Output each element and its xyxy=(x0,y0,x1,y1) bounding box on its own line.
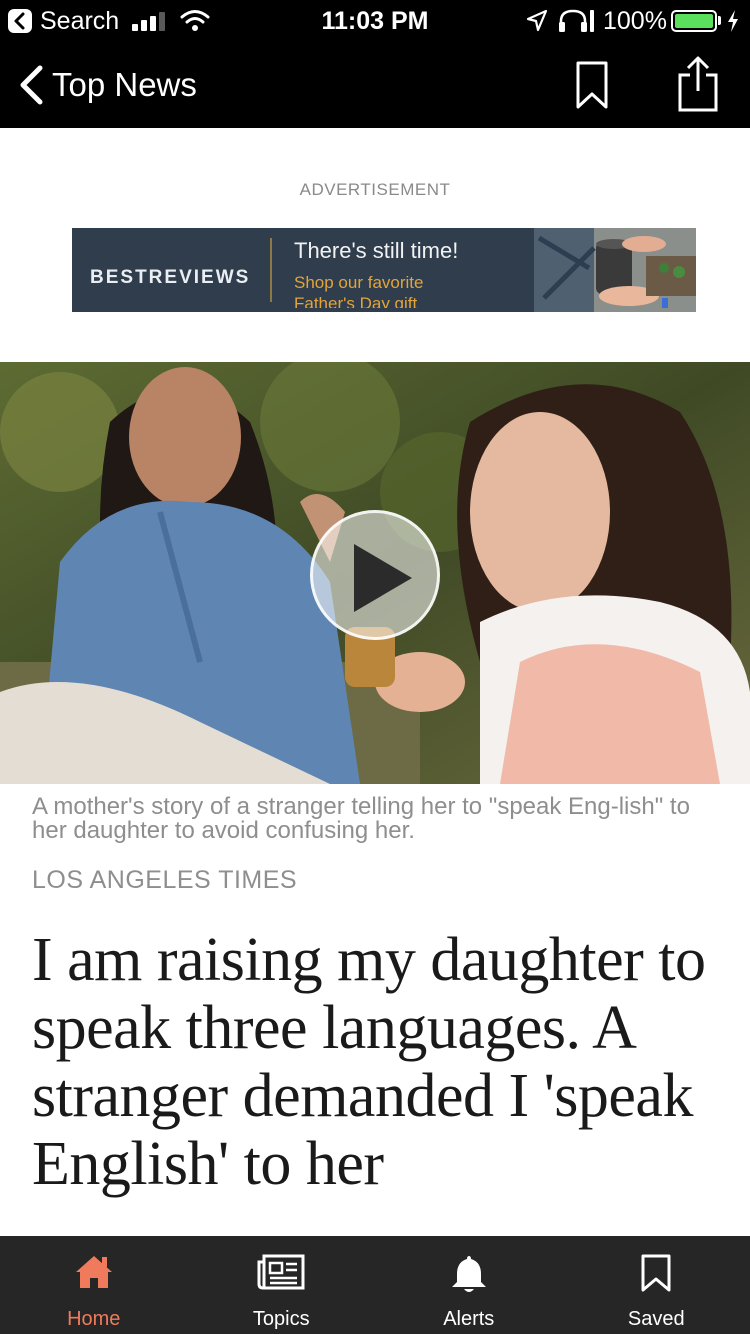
tab-topics-label: Topics xyxy=(252,1308,310,1330)
ad-subline: Shop our favorite Father's Day gift xyxy=(294,273,424,308)
ad-brand-logo: BESTREVIEWS xyxy=(90,267,251,288)
chevron-left-icon xyxy=(20,65,43,105)
video-caption: A mother's story of a stranger telling h… xyxy=(32,793,690,844)
bell-icon xyxy=(451,1256,486,1292)
tab-home-label: Home xyxy=(67,1308,121,1330)
play-button[interactable] xyxy=(310,510,440,640)
tab-saved-label: Saved xyxy=(627,1308,685,1330)
article-source: LOS ANGELES TIMES xyxy=(32,866,298,894)
battery-percentage: 100% xyxy=(603,7,667,35)
tab-alerts[interactable]: Alerts xyxy=(375,1236,563,1334)
back-button-label: Top News xyxy=(52,66,197,103)
play-icon xyxy=(354,544,412,612)
ad-banner[interactable]: BESTREVIEWS There's still time! Shop our… xyxy=(72,228,696,312)
ad-divider xyxy=(270,238,272,302)
headphones-icon xyxy=(556,7,596,40)
status-bar: Search 11:03 PM 100% xyxy=(0,0,750,42)
article-headline: I am raising my daughter to speak three … xyxy=(32,926,706,1198)
home-icon xyxy=(75,1256,112,1288)
bookmark-icon xyxy=(641,1254,671,1292)
ad-headline: There's still time! xyxy=(294,238,459,263)
newspaper-icon xyxy=(257,1254,305,1290)
navigation-bar: Top News xyxy=(0,42,750,128)
ad-product-image xyxy=(534,228,696,312)
battery-tip xyxy=(718,16,721,25)
charging-bolt-icon xyxy=(726,9,740,38)
bookmark-icon[interactable] xyxy=(574,60,610,117)
location-arrow-icon xyxy=(526,9,548,38)
tab-alerts-label: Alerts xyxy=(443,1308,495,1330)
tab-topics[interactable]: Topics xyxy=(188,1236,376,1334)
share-icon[interactable] xyxy=(676,55,720,118)
tab-bar: Home Topics Alerts Saved xyxy=(0,1236,750,1334)
advertisement-label: ADVERTISEMENT xyxy=(299,180,451,199)
battery-icon xyxy=(671,10,717,32)
back-button[interactable]: Top News xyxy=(14,62,214,108)
tab-saved[interactable]: Saved xyxy=(563,1236,750,1334)
tab-home[interactable]: Home xyxy=(0,1236,188,1334)
hero-video-thumbnail[interactable] xyxy=(0,362,750,784)
